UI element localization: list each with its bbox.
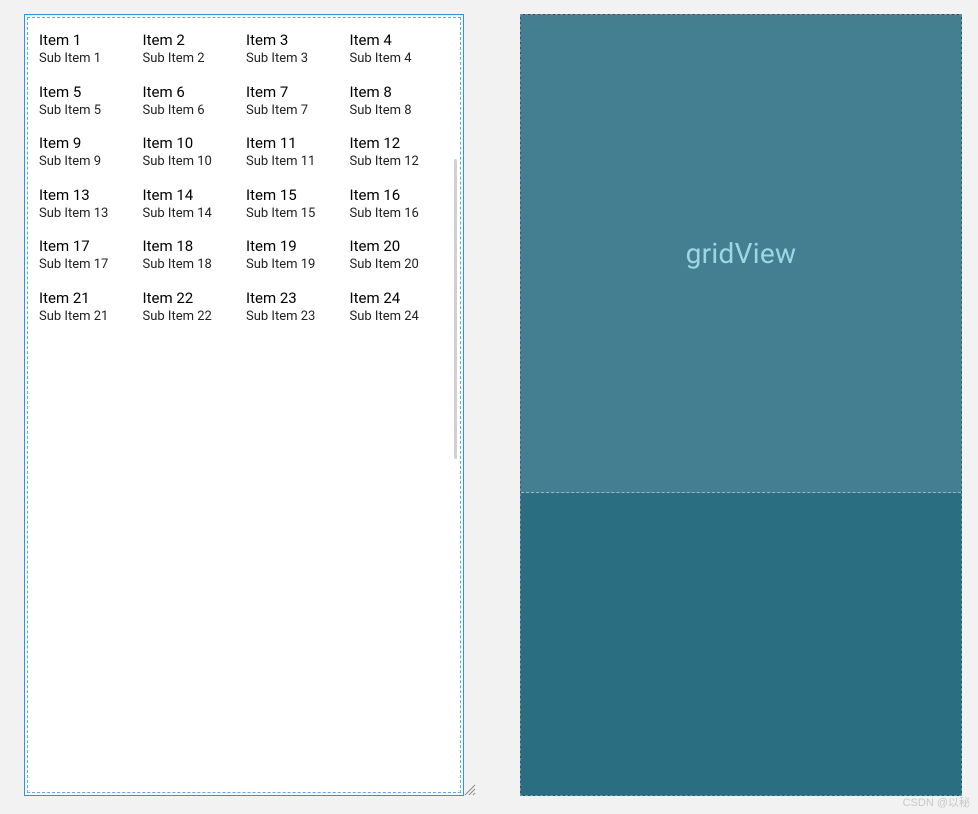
grid-item[interactable]: Item 7 Sub Item 7 <box>246 83 350 119</box>
grid-item-title: Item 10 <box>143 134 243 152</box>
grid-item[interactable]: Item 17 Sub Item 17 <box>39 237 143 273</box>
grid-item-subtitle: Sub Item 4 <box>350 51 450 67</box>
grid-item-title: Item 16 <box>350 186 450 204</box>
grid-item-title: Item 4 <box>350 31 450 49</box>
grid-item-title: Item 11 <box>246 134 346 152</box>
gridview-preview[interactable]: Item 1Sub Item 1Item 2Sub Item 2Item 3Su… <box>29 19 459 475</box>
grid-item-subtitle: Sub Item 18 <box>143 257 221 273</box>
layout-editor-workspace: Item 1Sub Item 1Item 2Sub Item 2Item 3Su… <box>0 0 978 814</box>
blueprint-frame[interactable]: gridView <box>520 14 962 796</box>
grid-item[interactable]: Item 1 Sub Item 1 <box>39 31 143 67</box>
grid-item[interactable]: Item 10 Sub Item 10 <box>143 134 247 170</box>
grid-item-title: Item 7 <box>246 83 346 101</box>
grid-item[interactable]: Item 13 Sub Item 13 <box>39 186 143 222</box>
grid-item[interactable]: Item 6 Sub Item 6 <box>143 83 247 119</box>
grid-item-subtitle: Sub Item 15 <box>246 206 324 222</box>
grid-item-subtitle: Sub Item 21 <box>39 309 117 325</box>
grid-item-title: Item 14 <box>143 186 243 204</box>
grid-item-title: Item 5 <box>39 83 139 101</box>
grid-item-subtitle: Sub Item 1 <box>39 51 139 67</box>
grid-item[interactable]: Item 15 Sub Item 15 <box>246 186 350 222</box>
grid-item-subtitle: Sub Item 10 <box>143 154 221 170</box>
grid-item-subtitle: Sub Item 22 <box>143 309 221 325</box>
grid-item[interactable]: Item 21 Sub Item 21 <box>39 289 143 325</box>
grid-item[interactable]: Item 9 Sub Item 9 <box>39 134 143 170</box>
grid-item-title: Item 23 <box>246 289 346 307</box>
grid-item-title: Item 18 <box>143 237 243 255</box>
grid-item-title: Item 9 <box>39 134 139 152</box>
grid-item[interactable]: Item 5 Sub Item 5 <box>39 83 143 119</box>
grid-item-subtitle: Sub Item 7 <box>246 103 346 119</box>
grid-item-subtitle: Sub Item 23 <box>246 309 324 325</box>
grid-item-subtitle: Sub Item 17 <box>39 257 117 273</box>
grid-item[interactable]: Item 23 Sub Item 23 <box>246 289 350 325</box>
design-preview-frame[interactable]: Item 1Sub Item 1Item 2Sub Item 2Item 3Su… <box>24 14 464 796</box>
grid-item-title: Item 13 <box>39 186 139 204</box>
grid-item-subtitle: Sub Item 9 <box>39 154 139 170</box>
grid-item[interactable]: Item 4 Sub Item 4 <box>350 31 454 67</box>
grid-item-title: Item 24 <box>350 289 450 307</box>
grid-item-subtitle: Sub Item 19 <box>246 257 324 273</box>
grid-item-title: Item 20 <box>350 237 450 255</box>
grid-item-subtitle: Sub Item 24 <box>350 309 428 325</box>
grid-item-subtitle: Sub Item 5 <box>39 103 139 119</box>
grid-item[interactable]: Item 8 Sub Item 8 <box>350 83 454 119</box>
grid-item-title: Item 19 <box>246 237 346 255</box>
grid-item-subtitle: Sub Item 11 <box>246 154 324 170</box>
grid-item[interactable]: Item 19 Sub Item 19 <box>246 237 350 273</box>
grid-item[interactable]: Item 3 Sub Item 3 <box>246 31 350 67</box>
grid-item-title: Item 22 <box>143 289 243 307</box>
grid-item-subtitle: Sub Item 20 <box>350 257 428 273</box>
grid-item[interactable]: Item 20 Sub Item 20 <box>350 237 454 273</box>
grid-item-subtitle: Sub Item 6 <box>143 103 243 119</box>
grid-item[interactable]: Item 14 Sub Item 14 <box>143 186 247 222</box>
grid-item-subtitle: Sub Item 12 <box>350 154 428 170</box>
grid-item-subtitle: Sub Item 2 <box>143 51 243 67</box>
grid-item-subtitle: Sub Item 14 <box>143 206 221 222</box>
grid-item[interactable]: Item 2 Sub Item 2 <box>143 31 247 67</box>
grid-item[interactable]: Item 11 Sub Item 11 <box>246 134 350 170</box>
grid-item-title: Item 8 <box>350 83 450 101</box>
grid-item-title: Item 1 <box>39 31 139 49</box>
grid-item-title: Item 3 <box>246 31 346 49</box>
blueprint-widget-label: gridView <box>686 237 797 270</box>
grid-item-title: Item 12 <box>350 134 450 152</box>
blueprint-widget-gridview[interactable]: gridView <box>521 15 961 493</box>
resize-handle-icon[interactable] <box>463 783 477 797</box>
scrollbar-vertical[interactable] <box>454 159 457 459</box>
grid-item[interactable]: Item 12 Sub Item 12 <box>350 134 454 170</box>
grid-item[interactable]: Item 24 Sub Item 24 <box>350 289 454 325</box>
grid-item-subtitle: Sub Item 16 <box>350 206 428 222</box>
grid-item[interactable]: Item 18 Sub Item 18 <box>143 237 247 273</box>
grid-item-title: Item 17 <box>39 237 139 255</box>
grid-item[interactable]: Item 16 Sub Item 16 <box>350 186 454 222</box>
grid-item-subtitle: Sub Item 8 <box>350 103 450 119</box>
grid-item-title: Item 15 <box>246 186 346 204</box>
watermark-text: CSDN @以秘 <box>903 794 970 810</box>
grid-item-subtitle: Sub Item 3 <box>246 51 346 67</box>
grid-item[interactable]: Item 22 Sub Item 22 <box>143 289 247 325</box>
grid-item-subtitle: Sub Item 13 <box>39 206 117 222</box>
grid-item-title: Item 2 <box>143 31 243 49</box>
grid-item-title: Item 6 <box>143 83 243 101</box>
grid-item-title: Item 21 <box>39 289 139 307</box>
